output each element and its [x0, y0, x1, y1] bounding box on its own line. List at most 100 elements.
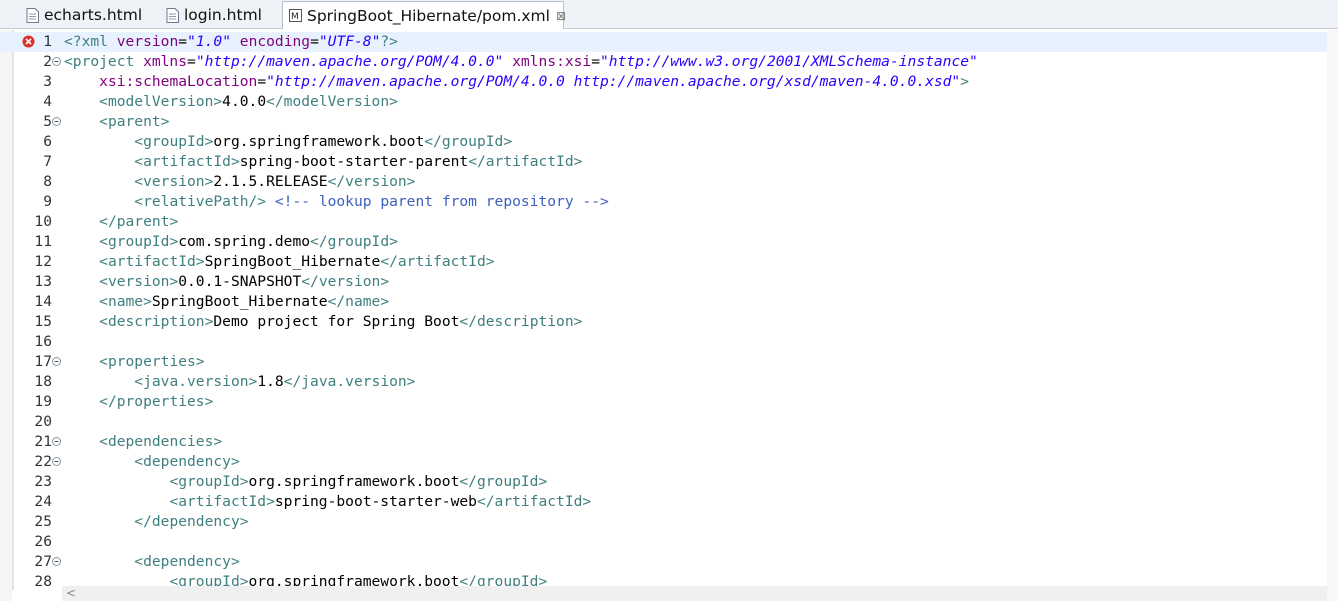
token-tag: <groupId>	[99, 233, 179, 250]
code-line[interactable]: 7 <artifactId>spring-boot-starter-parent…	[0, 152, 1327, 172]
token-txt: Demo project for Spring Boot	[213, 313, 460, 330]
token-tag: </name>	[327, 293, 390, 310]
token-tag: <project	[64, 53, 144, 70]
token-tag: <artifactId>	[99, 253, 205, 270]
code-text: <description>Demo project for Spring Boo…	[64, 312, 582, 332]
fold-collapse-icon[interactable]	[52, 457, 61, 466]
line-number: 4	[43, 93, 52, 110]
line-number: 26	[34, 533, 52, 550]
code-text: <artifactId>spring-boot-starter-web</art…	[64, 492, 591, 512]
token-val: "http://www.w3.org/2001/XMLSchema-instan…	[600, 53, 978, 70]
line-number: 22	[34, 453, 52, 470]
code-line[interactable]: 10 </parent>	[0, 212, 1327, 232]
fold-collapse-icon[interactable]	[52, 57, 61, 66]
code-text: <version>2.1.5.RELEASE</version>	[64, 172, 415, 192]
tab-echarts-html[interactable]: echarts.html	[20, 2, 150, 28]
token-pi: ?>	[380, 33, 398, 50]
horizontal-scrollbar[interactable]: <	[62, 586, 1327, 601]
fold-collapse-icon[interactable]	[52, 557, 61, 566]
code-line[interactable]: 3 xsi:schemaLocation="http://maven.apach…	[0, 72, 1327, 92]
code-line[interactable]: 17 <properties>	[0, 352, 1327, 372]
token-tag: <artifactId>	[169, 493, 275, 510]
token-tag: <version>	[99, 273, 179, 290]
line-number: 28	[34, 573, 52, 590]
code-line[interactable]: 6 <groupId>org.springframework.boot</gro…	[0, 132, 1327, 152]
code-line[interactable]: 24 <artifactId>spring-boot-starter-web</…	[0, 492, 1327, 512]
code-text: </parent>	[64, 212, 178, 232]
code-line[interactable]: 26	[0, 532, 1327, 552]
code-line[interactable]: 5 <parent>	[0, 112, 1327, 132]
code-text: <name>SpringBoot_Hibernate</name>	[64, 292, 389, 312]
scroll-left-arrow-icon[interactable]: <	[66, 586, 76, 601]
token-val: "http://maven.apache.org/POM/4.0.0 http:…	[266, 73, 961, 90]
code-line[interactable]: 13 <version>0.0.1-SNAPSHOT</version>	[0, 272, 1327, 292]
close-tab-icon[interactable]: ⊠	[556, 9, 566, 23]
token-txt: =	[591, 53, 601, 70]
line-number: 17	[34, 353, 52, 370]
token-tag: <parent>	[99, 113, 170, 130]
line-number: 5	[43, 113, 52, 130]
code-line[interactable]: 27 <dependency>	[0, 552, 1327, 572]
code-line[interactable]: 18 <java.version>1.8</java.version>	[0, 372, 1327, 392]
token-attr: version	[116, 33, 179, 50]
fold-collapse-icon[interactable]	[52, 437, 61, 446]
code-line[interactable]: 21 <dependencies>	[0, 432, 1327, 452]
line-number: 19	[34, 393, 52, 410]
line-number: 27	[34, 553, 52, 570]
line-number: 6	[43, 133, 52, 150]
token-tag: >	[960, 73, 970, 90]
tab-login-html[interactable]: login.html	[160, 2, 275, 28]
code-line[interactable]: 11 <groupId>com.spring.demo</groupId>	[0, 232, 1327, 252]
overview-ruler	[1327, 30, 1338, 601]
token-tag: <version>	[134, 173, 214, 190]
code-line[interactable]: 19 </properties>	[0, 392, 1327, 412]
code-line[interactable]: 12 <artifactId>SpringBoot_Hibernate</art…	[0, 252, 1327, 272]
code-line[interactable]: 25 </dependency>	[0, 512, 1327, 532]
token-txt: =	[178, 33, 188, 50]
token-tag: <relativePath/>	[134, 193, 267, 210]
tab-pom-xml[interactable]: M SpringBoot_Hibernate/pom.xml ⊠	[282, 1, 566, 29]
token-tag: <properties>	[99, 353, 205, 370]
token-txt: =	[187, 53, 196, 70]
code-line[interactable]: 22 <dependency>	[0, 452, 1327, 472]
code-line[interactable]: 15 <description>Demo project for Spring …	[0, 312, 1327, 332]
token-tag: <name>	[99, 293, 152, 310]
code-line[interactable]: 9 <relativePath/> <!-- lookup parent fro…	[0, 192, 1327, 212]
code-text: <modelVersion>4.0.0</modelVersion>	[64, 92, 398, 112]
token-tag: <description>	[99, 313, 214, 330]
code-line[interactable]: 20	[0, 412, 1327, 432]
token-tag: </groupId>	[310, 233, 398, 250]
line-number: 18	[34, 373, 52, 390]
code-text: <project xmlns="http://maven.apache.org/…	[64, 52, 978, 72]
code-text: <parent>	[64, 112, 169, 132]
fold-collapse-icon[interactable]	[52, 117, 61, 126]
tab-label: login.html	[184, 6, 262, 24]
token-txt: 1.8	[257, 373, 284, 390]
code-line[interactable]: 8 <version>2.1.5.RELEASE</version>	[0, 172, 1327, 192]
line-number: 15	[34, 313, 52, 330]
code-line[interactable]: 1 <?xml version="1.0" encoding="UTF-8"?>	[0, 32, 1327, 52]
code-line[interactable]: 23 <groupId>org.springframework.boot</gr…	[0, 472, 1327, 492]
token-txt: org.springframework.boot	[213, 133, 425, 150]
token-txt: =	[257, 73, 267, 90]
code-line[interactable]: 2 <project xmlns="http://maven.apache.org…	[0, 52, 1327, 72]
code-line[interactable]: 14 <name>SpringBoot_Hibernate</name>	[0, 292, 1327, 312]
fold-collapse-icon[interactable]	[52, 357, 61, 366]
token-txt: com.spring.demo	[178, 233, 311, 250]
code-line[interactable]: 16	[0, 332, 1327, 352]
code-line[interactable]: 4 <modelVersion>4.0.0</modelVersion>	[0, 92, 1327, 112]
xml-source-editor[interactable]: 1 <?xml version="1.0" encoding="UTF-8"?> 2…	[0, 30, 1338, 590]
